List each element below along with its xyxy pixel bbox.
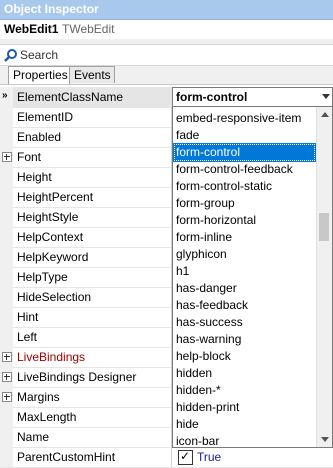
property-name: ElementClassName (17, 90, 124, 104)
search-icon (4, 49, 17, 62)
property-name: Left (17, 330, 38, 344)
dropdown-scrollbar[interactable] (316, 107, 332, 447)
chevron-down-icon[interactable] (322, 94, 330, 99)
dropdown-option-label: glyphicon (176, 247, 227, 261)
row-gutter (0, 327, 13, 347)
object-name: WebEdit1 (4, 22, 59, 36)
tab-events-label: Events (74, 68, 111, 82)
dropdown-option-label: fade (176, 128, 200, 142)
property-name: ParentCustomHint (17, 450, 116, 464)
row-gutter (0, 287, 13, 307)
search-input[interactable] (20, 47, 320, 62)
expand-plus-icon[interactable] (2, 152, 12, 162)
dropdown-option-label: hidden-* (176, 383, 221, 397)
expand-plus-icon[interactable] (2, 372, 12, 382)
selected-row-indicator-icon: » (2, 90, 8, 101)
expand-plus-icon[interactable] (2, 352, 12, 362)
property-name: Height (17, 170, 52, 184)
scroll-down-icon[interactable] (317, 432, 332, 447)
property-row-elementclassname[interactable]: » ElementClassName form-control (0, 87, 333, 108)
dropdown-option-label: form-inline (176, 230, 233, 244)
dropdown-option-label: hidden-print (176, 400, 240, 414)
property-name: Enabled (17, 130, 62, 144)
property-row[interactable]: ParentCustomHint True (0, 447, 333, 468)
tab-properties[interactable]: Properties (8, 66, 70, 84)
window-titlebar: Object Inspector (0, 0, 333, 20)
row-gutter (0, 307, 13, 327)
scrollbar-thumb[interactable] (319, 213, 329, 241)
dropdown-option-label: has-success (176, 315, 243, 329)
row-gutter (0, 227, 13, 247)
dropdown-option-label: embed-responsive-item (176, 111, 302, 125)
property-name: HideSelection (17, 290, 92, 304)
tab-events[interactable]: Events (69, 66, 115, 83)
tab-properties-label: Properties (13, 68, 68, 82)
dropdown-option-label: has-feedback (176, 298, 249, 312)
column-divider (171, 447, 172, 467)
inspector-tabs: Properties Events (0, 66, 333, 84)
row-gutter (0, 187, 13, 207)
dropdown-option-label: hidden (176, 366, 213, 380)
dropdown-option-label: hide (176, 417, 199, 431)
object-selector[interactable]: WebEdit1 TWebEdit (0, 20, 333, 39)
row-gutter (0, 107, 13, 127)
property-name: Font (17, 150, 42, 164)
row-gutter (0, 427, 13, 447)
property-name: MaxLength (17, 410, 77, 424)
property-name: Hint (17, 310, 39, 324)
row-gutter (0, 207, 13, 227)
scroll-up-icon[interactable] (317, 107, 332, 122)
dropdown-option-label: form-group (176, 196, 235, 210)
dropdown-option-label: form-horizontal (176, 213, 257, 227)
property-name: ElementID (17, 110, 74, 124)
dropdown-option-label: form-control-static (176, 179, 273, 193)
dropdown-option-label: h1 (176, 264, 190, 278)
dropdown-option-label: help-block (176, 349, 231, 363)
row-gutter (0, 447, 13, 467)
value-text: form-control (176, 90, 248, 104)
row-gutter (0, 267, 13, 287)
checkbox[interactable] (178, 449, 193, 465)
row-gutter (0, 247, 13, 267)
property-name: HelpKeyword (17, 250, 89, 264)
dropdown-option-label: has-warning (176, 332, 242, 346)
property-name: LiveBindings (17, 350, 86, 364)
property-name: HelpContext (17, 230, 84, 244)
dropdown-option-label: form-control (176, 145, 241, 159)
expand-plus-icon[interactable] (2, 392, 12, 402)
dropdown-option-label: icon-bar (176, 434, 220, 448)
property-value: True (197, 450, 222, 464)
property-name: HelpType (17, 270, 68, 284)
search-bar (0, 44, 333, 66)
value-combobox[interactable]: form-control (172, 87, 333, 108)
dropdown-option[interactable]: icon-bar (173, 432, 316, 448)
row-gutter (0, 167, 13, 187)
window-title: Object Inspector (4, 2, 99, 16)
object-type: TWebEdit (62, 22, 115, 36)
property-name: Name (17, 430, 50, 444)
property-name: Margins (17, 390, 60, 404)
dropdown-option-label: form-control-feedback (176, 162, 293, 176)
property-name: LiveBindings Designer (17, 370, 137, 384)
property-name: HeightStyle (17, 210, 79, 224)
dropdown-option-label: has-danger (176, 281, 237, 295)
class-name-dropdown: embed-responsive-item fade form-control for… (172, 106, 333, 448)
row-gutter (0, 127, 13, 147)
property-name: HeightPercent (17, 190, 94, 204)
row-gutter (0, 407, 13, 427)
